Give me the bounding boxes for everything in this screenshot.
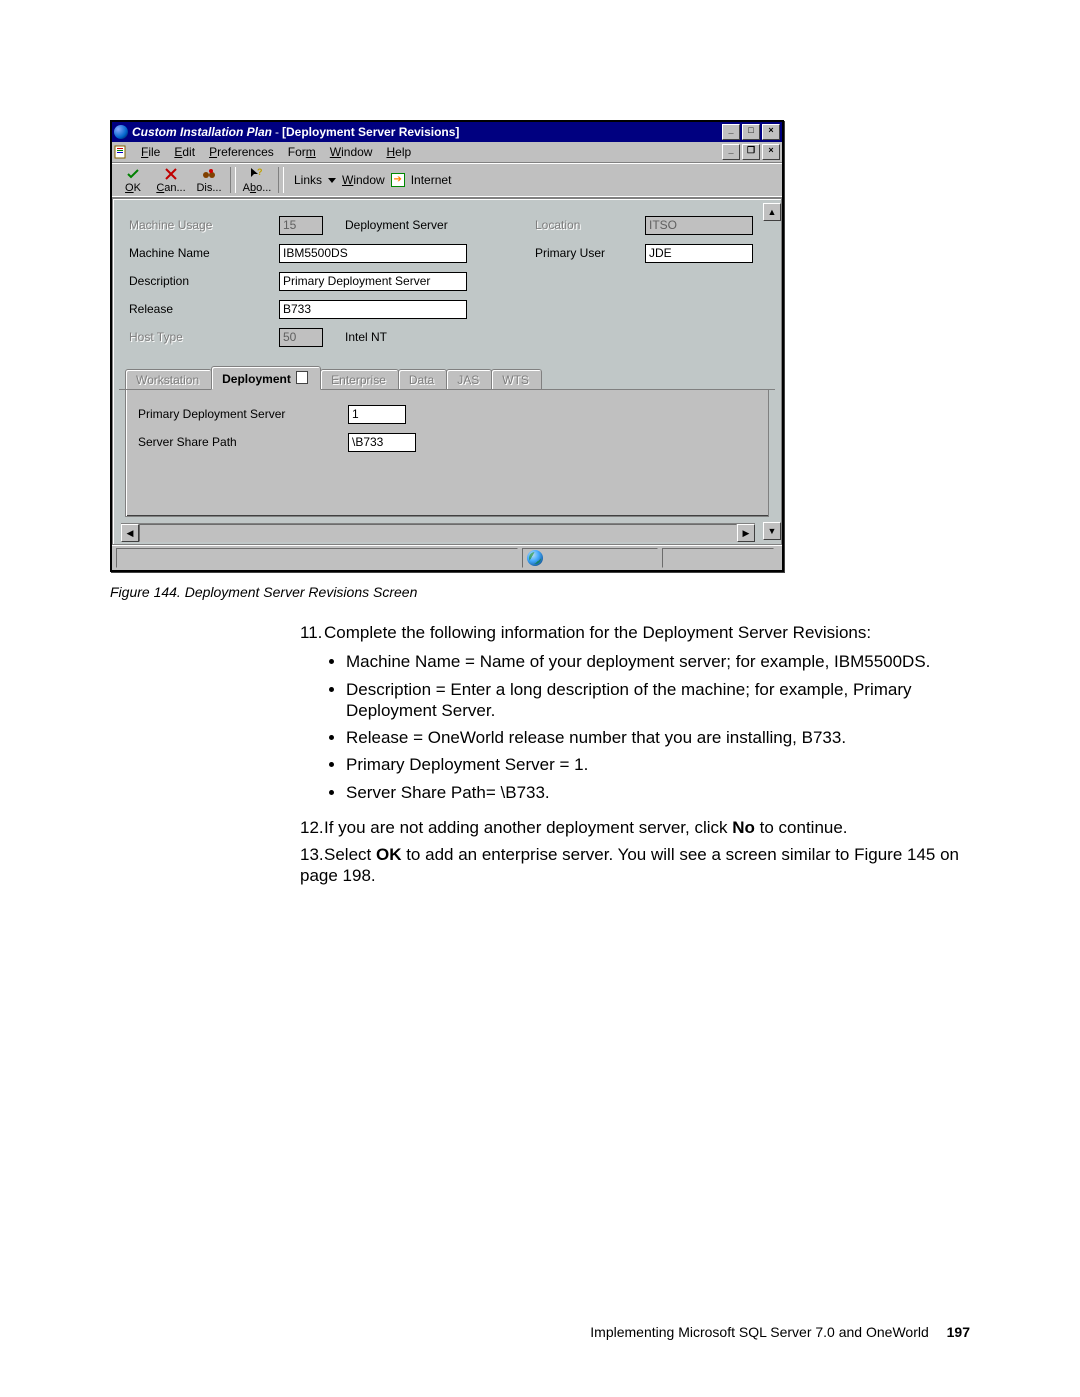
machine-name-label: Machine Name (129, 246, 269, 260)
primary-user-field[interactable]: JDE (645, 244, 753, 263)
book-title: Implementing Microsoft SQL Server 7.0 an… (590, 1324, 928, 1340)
title-document: [Deployment Server Revisions] (282, 125, 459, 139)
scroll-up-button[interactable]: ▲ (763, 203, 781, 221)
step-13: 13.Select OK to add an enterprise server… (300, 844, 970, 887)
tab-jas[interactable]: JAS (446, 369, 492, 389)
scroll-right-button[interactable]: ▶ (737, 524, 755, 542)
status-cell-1 (116, 548, 518, 568)
check-icon (126, 167, 140, 181)
host-type-field: 50 (279, 328, 323, 347)
tab-wts[interactable]: WTS (491, 369, 542, 389)
toolbar: OK Can... Dis... ? Abo... Links Window ➔ (112, 163, 782, 198)
machine-usage-text: Deployment Server (345, 218, 448, 232)
share-path-label: Server Share Path (138, 435, 338, 449)
maximize-button[interactable]: □ (742, 124, 760, 140)
minimize-button[interactable]: _ (722, 124, 740, 140)
menu-edit[interactable]: Edit (167, 144, 202, 160)
bullet-description: Description = Enter a long description o… (346, 679, 970, 722)
menu-form[interactable]: Form (281, 144, 323, 160)
machine-name-field[interactable]: IBM5500DS (279, 244, 467, 263)
help-cursor-icon: ? (250, 167, 264, 181)
release-field[interactable]: B733 (279, 300, 467, 319)
menu-window[interactable]: Window (323, 144, 380, 160)
machine-usage-label: Machine Usage (129, 218, 269, 232)
status-cell-2 (522, 548, 658, 568)
release-label: Release (129, 302, 269, 316)
hscroll-track[interactable] (139, 524, 737, 542)
app-window: Custom Installation Plan - [Deployment S… (110, 120, 784, 572)
globe-icon (527, 550, 543, 566)
statusbar (112, 545, 782, 570)
title-app: Custom Installation Plan (132, 125, 272, 139)
display-button[interactable]: Dis... (190, 165, 228, 195)
share-path-field[interactable]: \B733 (348, 433, 416, 452)
svg-text:?: ? (257, 167, 263, 177)
host-type-label: Host Type (129, 330, 269, 344)
document-icon (114, 145, 130, 159)
titlebar[interactable]: Custom Installation Plan - [Deployment S… (112, 122, 782, 142)
vertical-scrollbar[interactable]: ▲ ▼ (763, 203, 779, 540)
links-label: Links (294, 173, 322, 187)
tool-window-link[interactable]: Window (342, 173, 385, 187)
tab-deployment[interactable]: Deployment (211, 366, 321, 390)
mdi-minimize-button[interactable]: _ (722, 144, 740, 160)
links-dropdown-icon[interactable] (328, 178, 336, 183)
deployment-tab-pane: Primary Deployment Server 1 Server Share… (125, 390, 769, 517)
scroll-left-button[interactable]: ◀ (121, 524, 139, 542)
figure-caption: Figure 144. Deployment Server Revisions … (110, 584, 970, 600)
location-field: ITSO (645, 216, 753, 235)
primary-deploy-label: Primary Deployment Server (138, 407, 338, 421)
header-form: Machine Usage 15 Deployment Server Locat… (119, 205, 775, 361)
app-icon (114, 125, 128, 139)
scroll-down-button[interactable]: ▼ (763, 522, 781, 540)
description-label: Description (129, 274, 269, 288)
menubar: File Edit Preferences Form Window Help _… (112, 142, 782, 163)
close-button[interactable]: × (762, 124, 780, 140)
bullet-primary: Primary Deployment Server = 1. (346, 754, 970, 775)
primary-user-label: Primary User (535, 246, 635, 260)
window-title: Custom Installation Plan - [Deployment S… (132, 125, 459, 139)
step-11: 11.Complete the following information fo… (300, 622, 970, 803)
instruction-text: 11.Complete the following information fo… (300, 622, 970, 887)
client-area: ▲ ▼ Machine Usage 15 Deployment Server L… (112, 198, 782, 570)
host-type-text: Intel NT (345, 330, 387, 344)
tab-enterprise[interactable]: Enterprise (320, 369, 399, 389)
ok-button[interactable]: OK (114, 165, 152, 195)
about-button[interactable]: ? Abo... (238, 165, 276, 195)
cancel-button[interactable]: Can... (152, 165, 190, 195)
tabstrip: Workstation Deployment Enterprise Data J… (119, 365, 775, 390)
page-footer: Implementing Microsoft SQL Server 7.0 an… (590, 1324, 970, 1340)
horizontal-scrollbar[interactable]: ◀ ▶ (121, 523, 755, 542)
description-field[interactable]: Primary Deployment Server (279, 272, 467, 291)
mdi-restore-button[interactable]: ❐ (742, 144, 760, 160)
menu-help[interactable]: Help (379, 144, 418, 160)
internet-icon: ➔ (391, 173, 405, 187)
step-12: 12.If you are not adding another deploym… (300, 817, 970, 838)
machine-usage-field: 15 (279, 216, 323, 235)
mdi-close-button[interactable]: × (762, 144, 780, 160)
page-number: 197 (947, 1324, 970, 1340)
menu-file[interactable]: File (134, 144, 167, 160)
binoculars-icon (201, 167, 217, 181)
tab-data[interactable]: Data (398, 369, 447, 389)
tool-internet-link[interactable]: Internet (411, 173, 452, 187)
bullet-machine-name: Machine Name = Name of your deployment s… (346, 651, 970, 672)
tab-workstation[interactable]: Workstation (125, 369, 212, 389)
bullet-release: Release = OneWorld release number that y… (346, 727, 970, 748)
status-cell-3 (662, 548, 774, 568)
x-icon (165, 167, 177, 181)
primary-deploy-field[interactable]: 1 (348, 405, 406, 424)
bullet-share: Server Share Path= \B733. (346, 782, 970, 803)
new-doc-icon (296, 371, 308, 384)
menu-preferences[interactable]: Preferences (202, 144, 281, 160)
location-label: Location (535, 218, 635, 232)
